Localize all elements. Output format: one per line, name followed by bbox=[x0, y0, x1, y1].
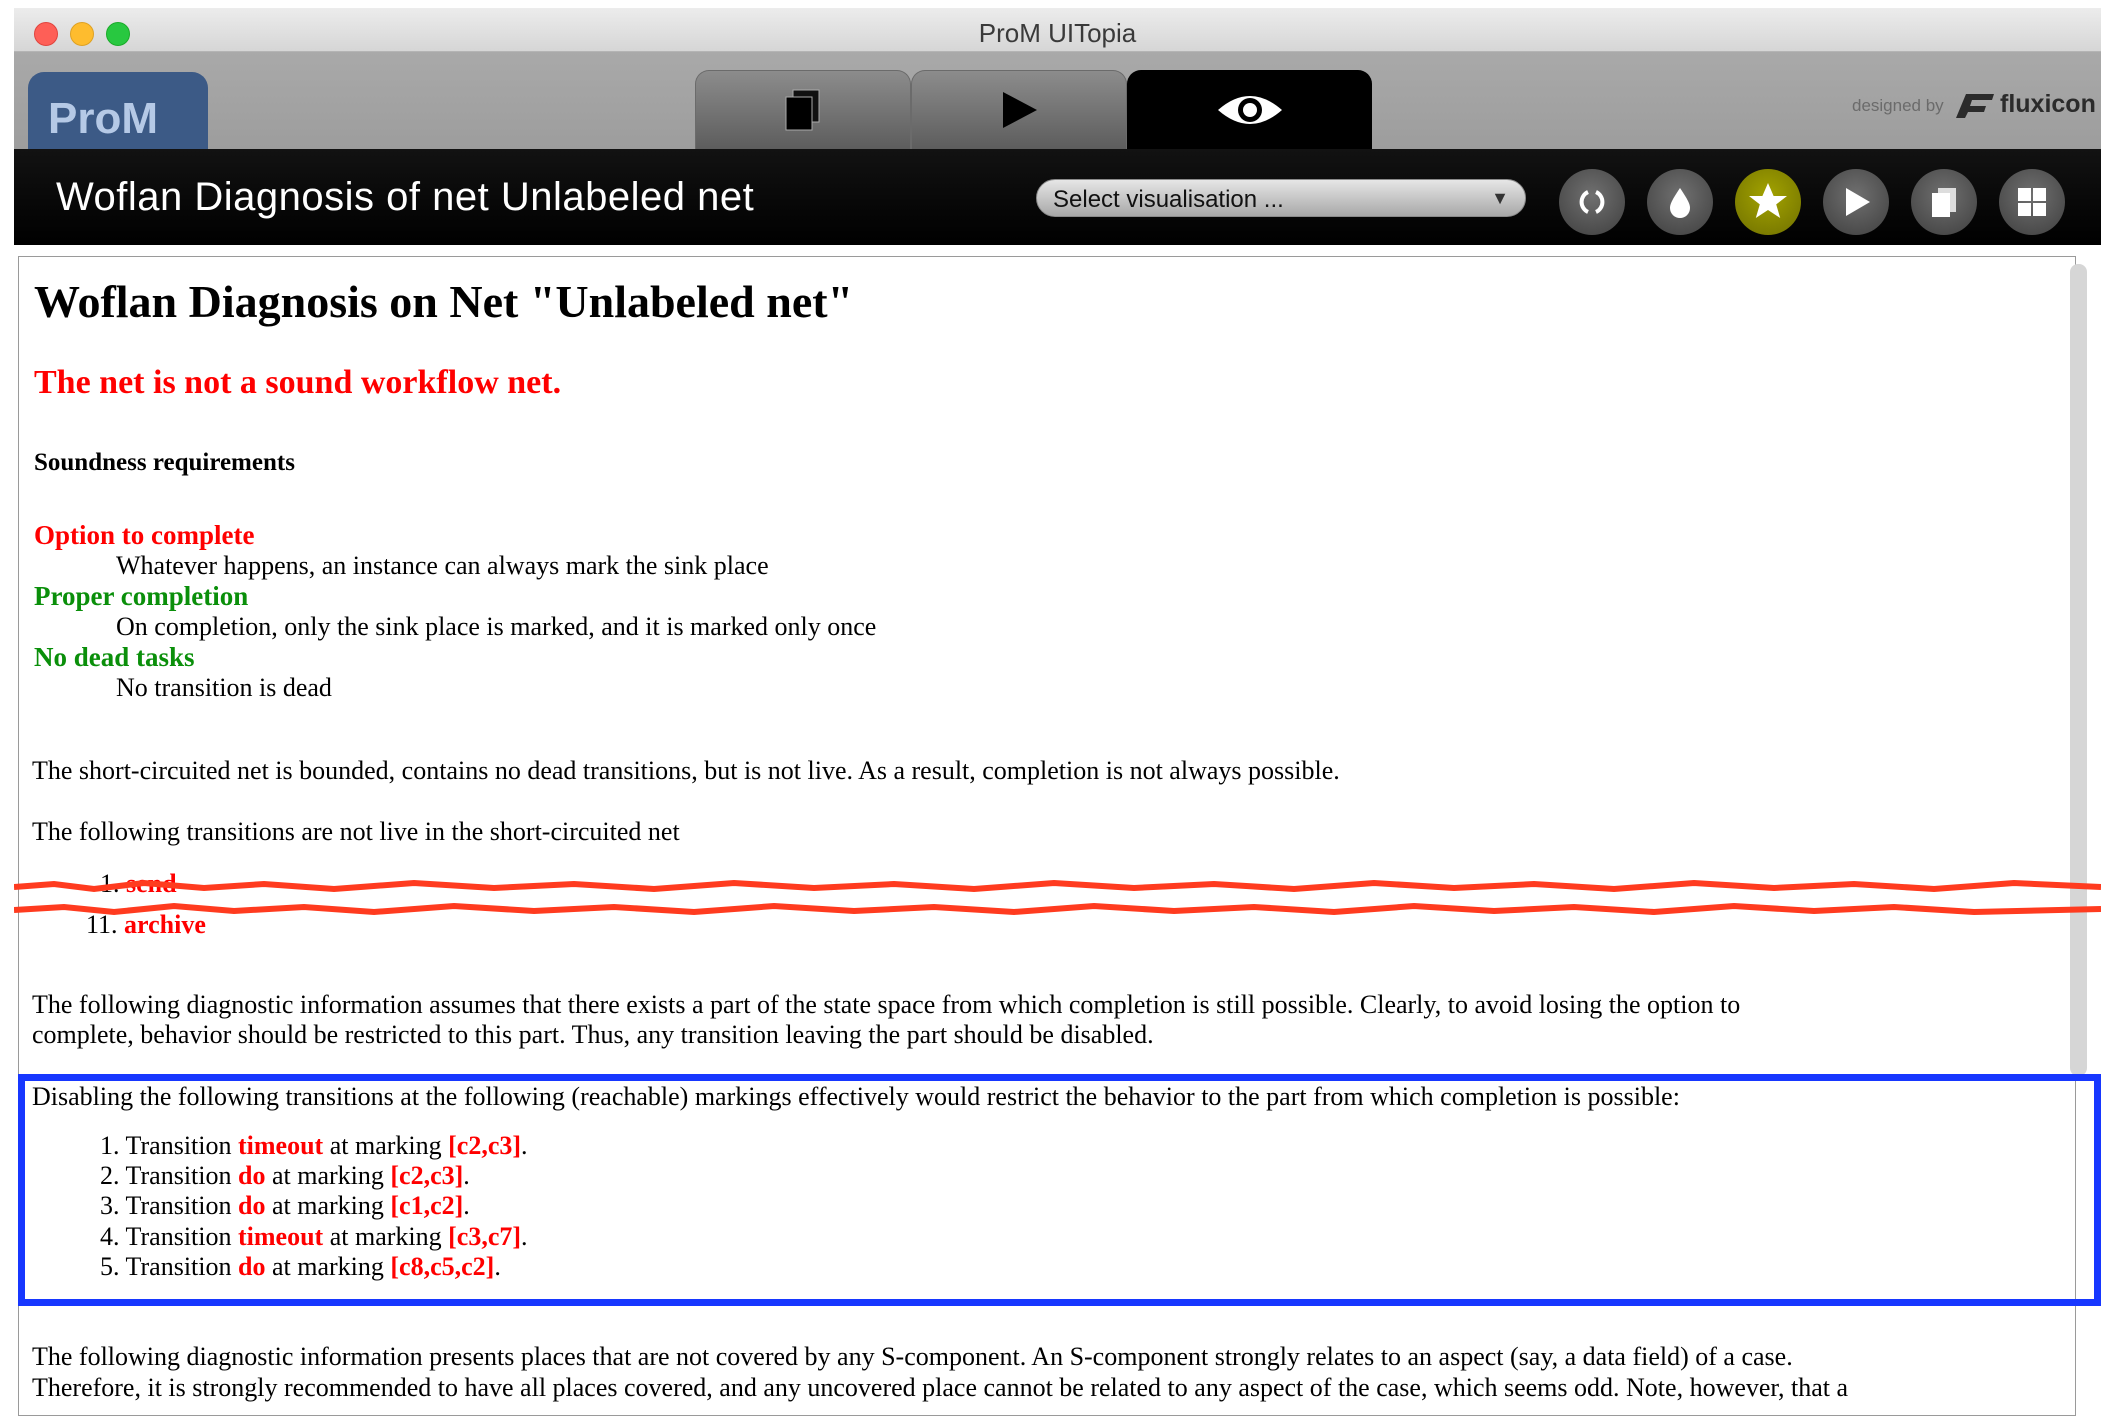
play-button[interactable] bbox=[1823, 169, 1889, 235]
paragraph: Therefore, it is strongly recommended to… bbox=[32, 1373, 1849, 1402]
paragraph: The short-circuited net is bounded, cont… bbox=[32, 756, 1340, 785]
fluxicon-brand: fluxicon bbox=[2000, 90, 2096, 118]
refresh-button[interactable] bbox=[1559, 169, 1625, 235]
requirement-description: No transition is dead bbox=[116, 673, 332, 702]
window-titlebar: ProM UITopia bbox=[14, 8, 2101, 52]
vertical-scrollbar[interactable] bbox=[2070, 264, 2087, 1076]
paragraph: The following diagnostic information pre… bbox=[32, 1342, 1793, 1371]
star-icon bbox=[1749, 183, 1787, 218]
drop-button[interactable] bbox=[1647, 169, 1713, 235]
eye-icon bbox=[1217, 96, 1282, 124]
tab-actions[interactable] bbox=[911, 70, 1127, 149]
paragraph: The following diagnostic information ass… bbox=[32, 990, 1741, 1019]
copy-icon bbox=[1932, 188, 1956, 217]
soundness-heading: Soundness requirements bbox=[34, 449, 295, 476]
torn-edge-annotation bbox=[14, 879, 2101, 916]
main-tabbar: ProM designed by fluxicon bbox=[14, 52, 2101, 149]
grid-icon bbox=[2018, 188, 2046, 216]
fluxicon-logo-icon bbox=[1956, 94, 1994, 118]
copy-button[interactable] bbox=[1911, 169, 1977, 235]
tab-views[interactable] bbox=[1127, 70, 1372, 149]
report-title: Woflan Diagnosis on Net "Unlabeled net" bbox=[34, 276, 854, 327]
visualisation-select-value: Select visualisation ... bbox=[1053, 186, 1284, 213]
window-title: ProM UITopia bbox=[978, 18, 1137, 48]
refresh-icon bbox=[1579, 190, 1605, 214]
tab-workspace[interactable] bbox=[695, 70, 911, 149]
grid-button[interactable] bbox=[1999, 169, 2065, 235]
highlight-box-annotation bbox=[18, 1074, 2101, 1306]
requirement-name: Proper completion bbox=[34, 581, 249, 611]
requirement-name: No dead tasks bbox=[34, 642, 195, 672]
visualisation-select[interactable]: Select visualisation ... ▼ bbox=[1036, 179, 1526, 217]
view-title: Woflan Diagnosis of net Unlabeled net bbox=[56, 175, 755, 219]
chevron-down-icon: ▼ bbox=[1491, 188, 1509, 208]
requirement-name: Option to complete bbox=[34, 520, 255, 550]
prom-logo-text: ProM bbox=[48, 94, 158, 143]
paragraph: The following transitions are not live i… bbox=[32, 817, 680, 846]
verdict-heading: The net is not a sound workflow net. bbox=[34, 364, 562, 401]
drop-icon bbox=[1670, 188, 1690, 218]
play-icon bbox=[1846, 188, 1870, 216]
favorite-button[interactable] bbox=[1735, 169, 1801, 235]
view-header: Woflan Diagnosis of net Unlabeled net Se… bbox=[14, 149, 2101, 245]
requirement-description: On completion, only the sink place is ma… bbox=[116, 612, 877, 641]
designed-by-label: designed by bbox=[1852, 96, 1944, 115]
copy-icon bbox=[785, 89, 820, 131]
paragraph: complete, behavior should be restricted … bbox=[32, 1020, 1154, 1049]
requirement-description: Whatever happens, an instance can always… bbox=[116, 551, 769, 580]
play-icon bbox=[1003, 92, 1037, 128]
prom-logo: ProM bbox=[28, 72, 208, 149]
